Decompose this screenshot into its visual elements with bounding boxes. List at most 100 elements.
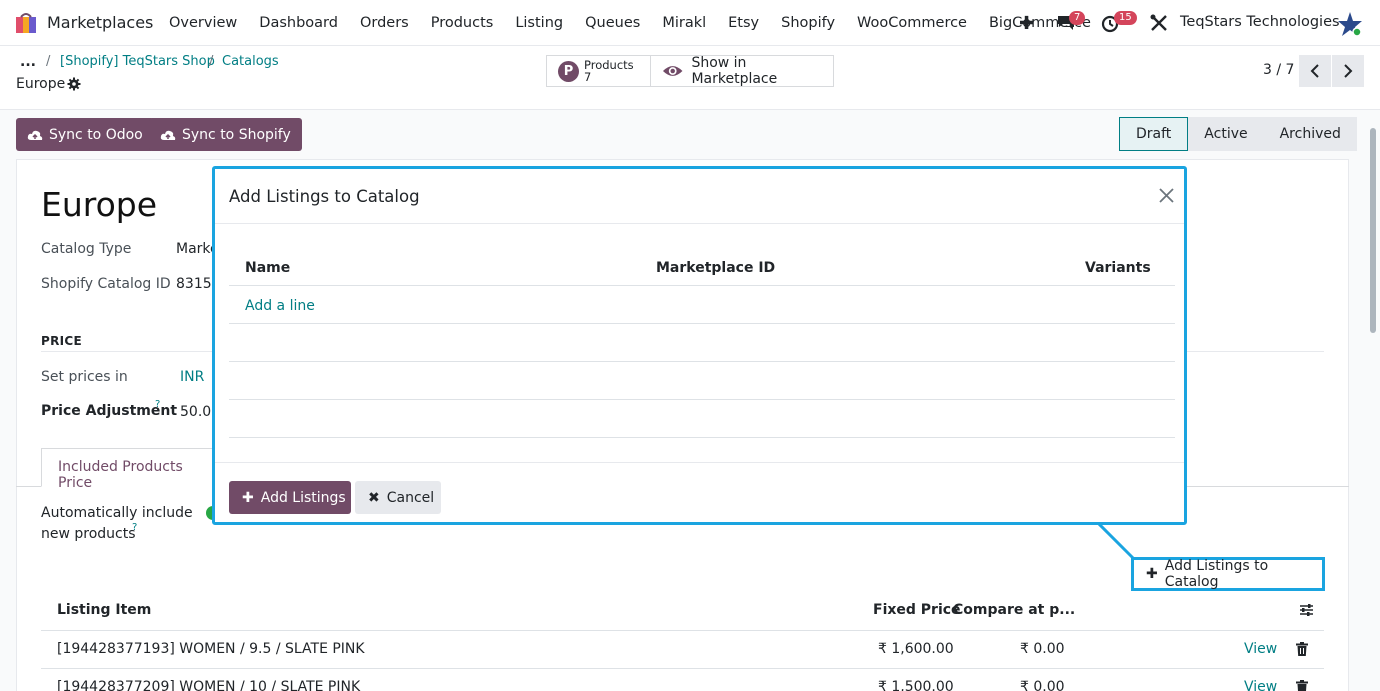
cloud-upload-icon [160, 130, 176, 140]
breadcrumb-separator: / [46, 54, 51, 69]
eye-icon [662, 66, 683, 76]
dialog-footer-divider [215, 462, 1184, 463]
row-divider [229, 361, 1175, 362]
row-1-view-button[interactable]: View [1244, 641, 1277, 657]
chevron-left-icon [1310, 64, 1319, 78]
auto-include-help-icon[interactable]: ? [132, 522, 137, 533]
col-listing-item[interactable]: Listing Item [57, 602, 151, 618]
breadcrumb-shop[interactable]: [Shopify] TeqStars Shop [60, 54, 215, 69]
row-divider [229, 437, 1175, 438]
close-icon[interactable] [1158, 187, 1175, 204]
row-2-compare-price[interactable]: ₹ 0.00 [1020, 679, 1065, 691]
table-header-divider [41, 630, 1324, 631]
cancel-button[interactable]: ✖ Cancel [355, 481, 441, 514]
close-icon: ✖ [368, 489, 380, 506]
pager-previous-button[interactable] [1299, 55, 1331, 87]
price-section-title: PRICE [41, 334, 83, 348]
menu-orders[interactable]: Orders [349, 0, 420, 46]
sync-to-odoo-label: Sync to Odoo [49, 126, 143, 143]
tools-icon[interactable] [1148, 12, 1170, 34]
menu-mirakl[interactable]: Mirakl [651, 0, 717, 46]
menu-queues[interactable]: Queues [574, 0, 651, 46]
main-menu: Overview Dashboard Orders Products Listi… [158, 0, 1102, 46]
plus-icon[interactable]: ✚ [1019, 13, 1034, 34]
col-marketplace-id[interactable]: Marketplace ID [656, 260, 775, 276]
auto-include-label: Automatically include [41, 505, 193, 521]
menu-products[interactable]: Products [420, 0, 505, 46]
products-label: Products [584, 58, 634, 72]
set-prices-label: Set prices in [41, 369, 128, 385]
table-header-divider [229, 285, 1175, 286]
add-listings-dialog: Add Listings to Catalog Name Marketplace… [212, 166, 1187, 525]
add-a-line-link[interactable]: Add a line [245, 298, 315, 314]
row-divider [229, 323, 1175, 324]
company-name[interactable]: TeqStars Technologies [1180, 14, 1340, 30]
col-fixed-price[interactable]: Fixed Price [873, 602, 961, 618]
plus-icon: ✚ [242, 489, 254, 506]
trash-icon[interactable] [1296, 642, 1308, 656]
dialog-header-divider [215, 223, 1184, 224]
pager-value[interactable]: 3 / 7 [1263, 62, 1294, 78]
set-prices-value[interactable]: INR [180, 369, 204, 385]
trash-icon[interactable] [1296, 680, 1308, 691]
col-variants[interactable]: Variants [1085, 260, 1151, 276]
record-title[interactable]: Europe [41, 185, 157, 224]
add-listings-to-catalog-button[interactable]: ✚ Add Listings to Catalog [1131, 557, 1325, 591]
row-divider [41, 668, 1324, 669]
breadcrumb-current: Europe [16, 76, 66, 92]
breadcrumb-separator: / [209, 54, 214, 69]
add-listings-to-catalog-label: Add Listings to Catalog [1164, 558, 1269, 590]
status-active[interactable]: Active [1188, 117, 1264, 151]
products-avatar: P [558, 60, 579, 82]
catalog-id-label: Shopify Catalog ID [41, 276, 171, 292]
menu-etsy[interactable]: Etsy [717, 0, 770, 46]
status-bar: Draft Active Archived [1119, 117, 1357, 151]
row-2-fixed-price[interactable]: ₹ 1,500.00 [878, 679, 954, 691]
row-1-compare-price[interactable]: ₹ 0.00 [1020, 641, 1065, 657]
menu-shopify[interactable]: Shopify [770, 0, 846, 46]
menu-overview[interactable]: Overview [158, 0, 248, 46]
row-1-item[interactable]: [194428377193] WOMEN / 9.5 / SLATE PINK [57, 641, 365, 657]
cloud-upload-icon [27, 130, 43, 140]
sync-to-shopify-label: Sync to Shopify [182, 126, 291, 143]
row-2-item[interactable]: [194428377209] WOMEN / 10 / SLATE PINK [57, 679, 360, 691]
status-draft[interactable]: Draft [1119, 117, 1189, 151]
add-listings-label: Add Listings [260, 489, 346, 506]
col-name[interactable]: Name [245, 260, 290, 276]
dialog-title: Add Listings to Catalog [229, 187, 420, 206]
gear-icon[interactable] [67, 77, 81, 91]
products-count: 7 [584, 70, 592, 84]
marketplaces-app-icon[interactable] [14, 11, 38, 35]
products-smart-button[interactable]: P Products 7 [546, 55, 651, 87]
show-in-marketplace-label: Show in Marketplace [691, 55, 778, 87]
row-2-view-button[interactable]: View [1244, 679, 1277, 691]
user-avatar-icon[interactable] [1337, 11, 1363, 37]
activities-badge: 15 [1114, 11, 1137, 25]
cancel-label: Cancel [386, 489, 435, 506]
catalog-type-label: Catalog Type [41, 241, 132, 257]
show-in-marketplace-button[interactable]: Show in Marketplace [650, 55, 834, 87]
highlight-connector [1098, 523, 1136, 561]
menu-listing[interactable]: Listing [504, 0, 574, 46]
pager-next-button[interactable] [1332, 55, 1364, 87]
price-adjustment-help-icon[interactable]: ? [155, 399, 160, 410]
chevron-right-icon [1344, 64, 1353, 78]
col-compare-at-price[interactable]: Compare at p... [953, 602, 1075, 618]
sync-to-shopify-button[interactable]: Sync to Shopify [149, 118, 302, 151]
tab-included-products-price[interactable]: Included Products Price [41, 448, 222, 491]
menu-woocommerce[interactable]: WooCommerce [846, 0, 978, 46]
row-1-fixed-price[interactable]: ₹ 1,600.00 [878, 641, 954, 657]
add-listings-button[interactable]: ✚ Add Listings [229, 481, 351, 514]
menu-dashboard[interactable]: Dashboard [248, 0, 349, 46]
menu-bigcommerce[interactable]: BigCommerce [978, 0, 1102, 46]
breadcrumb-catalogs[interactable]: Catalogs [222, 54, 279, 69]
plus-icon: ✚ [1146, 566, 1158, 582]
status-archived[interactable]: Archived [1263, 117, 1357, 151]
row-divider [229, 399, 1175, 400]
app-name[interactable]: Marketplaces [47, 13, 153, 32]
column-settings-icon[interactable] [1299, 603, 1314, 617]
auto-include-label-line2: new products [41, 526, 136, 542]
scrollbar-thumb[interactable] [1370, 128, 1376, 333]
sync-to-odoo-button[interactable]: Sync to Odoo [16, 118, 154, 151]
breadcrumb-more[interactable]: ... [20, 54, 36, 70]
